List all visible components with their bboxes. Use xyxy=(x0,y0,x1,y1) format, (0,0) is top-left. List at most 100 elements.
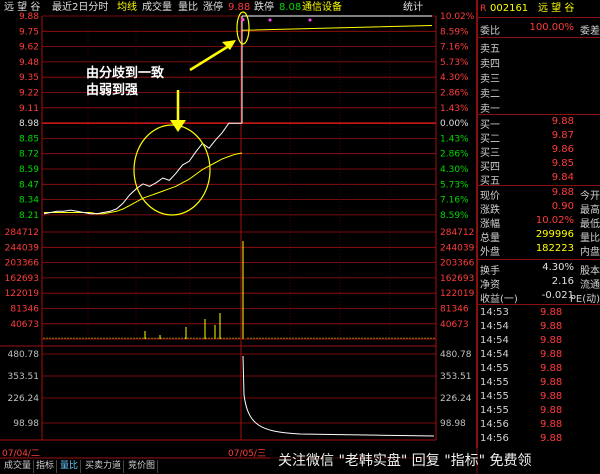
tick-row[interactable]: 14:55 9.88 xyxy=(478,405,600,419)
tick-price: 9.88 xyxy=(540,307,563,318)
stat-label-right: 最高 xyxy=(580,205,600,216)
tick-price: 9.88 xyxy=(540,321,563,332)
tick-row[interactable]: 14:56 9.88 xyxy=(478,433,600,447)
pct-tick-label: 1.43% xyxy=(440,104,469,114)
weibi-row: 委比 100.00% 委差 xyxy=(480,22,600,37)
buy-row: 买四 9.85 xyxy=(478,158,600,173)
stat2-value: 4.30% xyxy=(542,262,574,273)
annotation-line2: 由弱到强 xyxy=(86,83,139,98)
ratio-line xyxy=(242,355,435,437)
stat-row: 涨幅 10.02% 最低 xyxy=(478,215,600,230)
tab-ratio[interactable]: 量比 xyxy=(58,460,82,473)
panel-sep xyxy=(478,17,600,18)
price-tick-label: 9.88 xyxy=(19,12,39,22)
tick-time: 14:55 xyxy=(480,363,509,374)
stat-row: 总量 299996 量比 xyxy=(478,229,600,244)
buy-label: 买四 xyxy=(480,162,500,173)
sell-label: 卖一 xyxy=(480,104,500,115)
sell-label: 卖四 xyxy=(480,59,500,70)
price-tick-label: 8.34 xyxy=(19,196,39,206)
tick-row[interactable]: 14:54 9.88 xyxy=(478,335,600,349)
panel-sep xyxy=(478,37,600,38)
stat2-value: 2.16 xyxy=(551,276,574,287)
tick-price: 9.88 xyxy=(540,335,563,346)
marker-dot xyxy=(268,18,272,22)
volume-tick-label-right: 81346 xyxy=(440,305,469,315)
intraday-chart[interactable]: 9.88 10.02% 9.75 8.59% 9.62 7.16% 9.48 5.73% 9.3… xyxy=(0,0,478,474)
volume-tick-label-right: 162693 xyxy=(440,274,474,284)
tick-time: 14:54 xyxy=(480,349,509,360)
ratio-tick-label-right: 98.98 xyxy=(440,419,466,429)
tick-row[interactable]: 14:54 9.88 xyxy=(478,349,600,363)
ratio-tick-label: 480.78 xyxy=(8,350,40,360)
stat2-label: 收益(一) xyxy=(480,294,518,305)
tick-price: 9.88 xyxy=(540,433,563,444)
buy-price: 9.84 xyxy=(551,172,574,183)
annotation-line1: 由分歧到一致 xyxy=(86,66,165,81)
stat2-label-right: PE(动) xyxy=(569,294,600,305)
tick-price: 9.88 xyxy=(540,349,563,360)
stat2-label: 净资 xyxy=(480,280,500,291)
volume-tick-label-right: 244039 xyxy=(440,243,475,253)
sell-label: 卖二 xyxy=(480,89,500,100)
stat-row: 外盘 182223 内盘 xyxy=(478,243,600,258)
stock-name-panel: 远 望 谷 xyxy=(538,3,575,14)
buy-price: 9.86 xyxy=(551,144,574,155)
tab-auction[interactable]: 竞价图 xyxy=(126,460,159,473)
marker-dot xyxy=(241,18,245,22)
tick-time: 14:54 xyxy=(480,321,509,332)
buy-price: 9.87 xyxy=(551,130,574,141)
buy-label: 买一 xyxy=(480,120,500,131)
volume-tick-label-right: 122019 xyxy=(440,289,475,299)
tick-time: 14:54 xyxy=(480,335,509,346)
arrow-shaft xyxy=(189,42,233,72)
tick-row[interactable]: 14:56 9.88 xyxy=(478,419,600,433)
tick-price: 9.88 xyxy=(540,419,563,430)
r-marker: R xyxy=(480,4,487,14)
sell-row: 卖二 xyxy=(478,85,600,100)
volume-tick-label-right: 284712 xyxy=(440,228,474,238)
tick-row[interactable]: 14:55 9.88 xyxy=(478,391,600,405)
tick-row[interactable]: 14:55 9.88 xyxy=(478,377,600,391)
tick-row[interactable]: 14:53 9.88 xyxy=(478,307,600,321)
tab-volume[interactable]: 成交量 xyxy=(2,460,35,473)
stat-row: 现价 9.88 今开 xyxy=(478,187,600,202)
chart-canvas: 9.88 10.02% 9.75 8.59% 9.62 7.16% 9.48 5.73% 9.3… xyxy=(0,11,475,459)
tick-row[interactable]: 14:54 9.88 xyxy=(478,321,600,335)
stat-label: 涨幅 xyxy=(480,219,500,230)
price-tick-label: 9.22 xyxy=(19,89,39,99)
date-day2: 07/05/三 xyxy=(228,449,266,459)
stat-label-right: 内盘 xyxy=(580,247,600,258)
buy-row: 买三 9.86 xyxy=(478,144,600,159)
tick-row[interactable]: 14:55 9.88 xyxy=(478,363,600,377)
sell-row: 卖四 xyxy=(478,55,600,70)
tab-buysell-force[interactable]: 买卖力道 xyxy=(83,460,125,473)
tick-price: 9.88 xyxy=(540,363,563,374)
tick-price: 9.88 xyxy=(540,377,563,388)
stat2-row: 净资 2.16 流通 xyxy=(478,276,600,291)
stat-label-right: 今开 xyxy=(580,191,600,202)
tick-time: 14:55 xyxy=(480,391,509,402)
stat2-label-right: 股本 xyxy=(580,266,600,277)
stat-label: 现价 xyxy=(480,191,500,202)
stock-code: 002161 xyxy=(490,3,529,14)
sell-row: 卖一 xyxy=(478,100,600,115)
stat-value: 182223 xyxy=(535,243,574,254)
ratio-tick-label: 353.51 xyxy=(8,372,40,382)
buy-price: 9.88 xyxy=(551,116,574,127)
tick-time: 14:53 xyxy=(480,307,509,318)
stat2-label: 换手 xyxy=(480,266,500,277)
tick-time: 14:55 xyxy=(480,405,509,416)
tick-price: 9.88 xyxy=(540,405,563,416)
stat-value: 0.90 xyxy=(551,201,574,212)
price-tick-label: 9.11 xyxy=(19,104,39,114)
sell-label: 卖五 xyxy=(480,44,500,55)
tab-indicator[interactable]: 指标 xyxy=(34,460,58,473)
stat-value: 10.02% xyxy=(535,215,574,226)
marker-dot xyxy=(308,18,312,22)
pct-tick-label: 8.59% xyxy=(440,211,469,221)
ratio-tick-label-right: 353.51 xyxy=(440,372,472,382)
pct-tick-label: 2.86% xyxy=(440,89,469,99)
sell-row: 卖三 xyxy=(478,70,600,85)
volume-tick-label: 284712 xyxy=(5,228,39,238)
